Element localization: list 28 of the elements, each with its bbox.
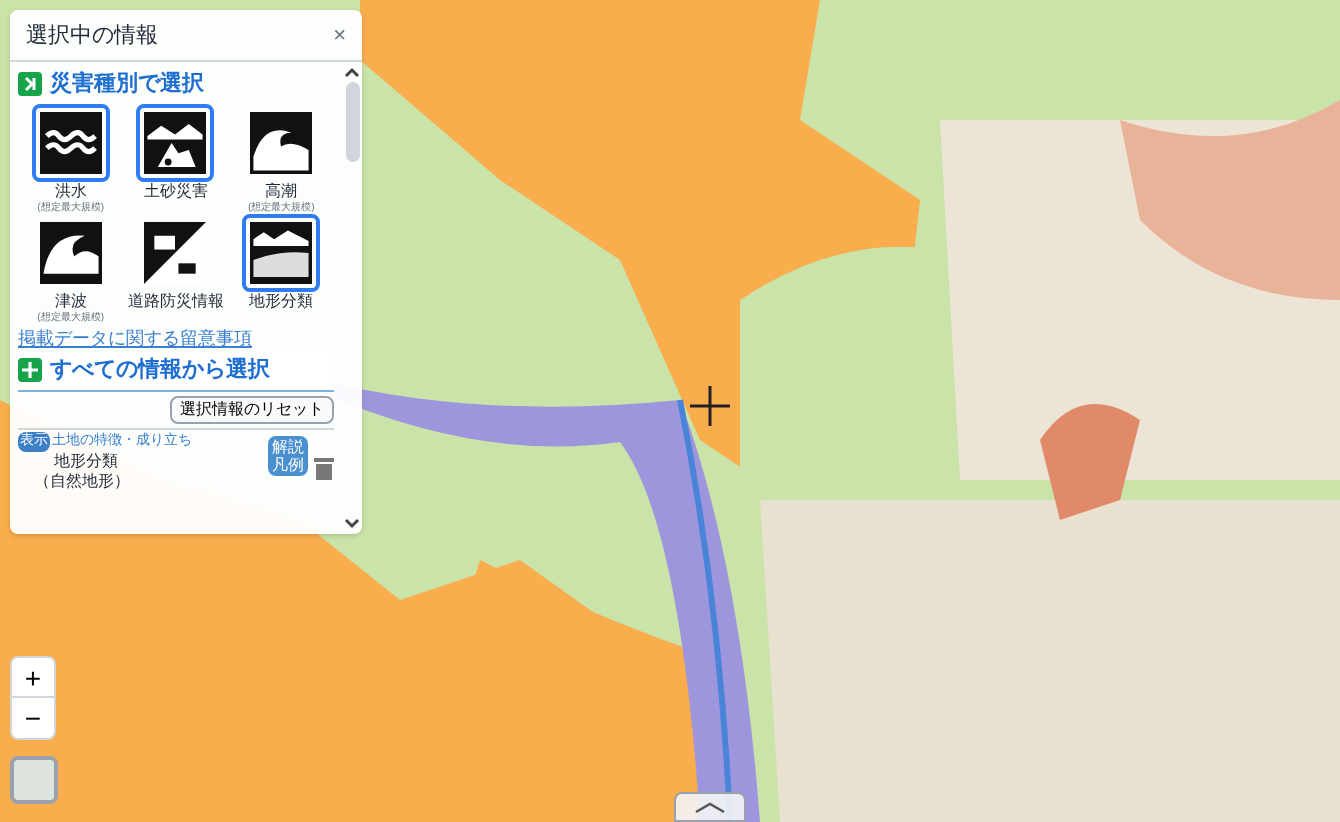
landslide-icon <box>144 112 207 174</box>
notice-link[interactable]: 掲載データに関する留意事項 <box>18 326 334 350</box>
scroll-down-icon[interactable] <box>344 518 360 530</box>
close-button[interactable]: × <box>333 25 346 48</box>
chevron-up-icon <box>694 801 726 813</box>
panel-title: 選択中の情報 <box>26 22 158 52</box>
waves-icon <box>39 112 102 174</box>
all-info-section-header[interactable]: すべての情報から選択 <box>18 352 334 391</box>
wave-icon <box>39 222 102 284</box>
layer-subtitle: （自然地形） <box>32 472 132 492</box>
road-icon <box>144 222 207 284</box>
reset-button[interactable]: 選択情報のリセット <box>170 395 334 423</box>
section-title: すべての情報から選択 <box>50 355 270 386</box>
zoom-in-button[interactable]: + <box>12 658 54 698</box>
hazard-type-button[interactable]: 道路防災情報 <box>123 214 229 324</box>
layer-name: 地形分類 <box>52 452 120 472</box>
scroll-up-icon[interactable] <box>344 65 360 77</box>
wave-icon <box>250 112 313 174</box>
plus-icon <box>18 358 42 383</box>
expand-tab[interactable] <box>674 792 746 822</box>
crosshair-icon <box>688 384 732 428</box>
terrain-icon <box>250 222 313 284</box>
section-title: 災害種別で選択 <box>50 69 204 99</box>
zoom-out-button[interactable]: − <box>12 698 54 738</box>
scrollbar-thumb[interactable] <box>345 81 359 161</box>
base-map-thumbnail[interactable] <box>10 756 58 804</box>
hazard-zone <box>1040 404 1140 520</box>
trash-icon[interactable] <box>314 455 334 479</box>
